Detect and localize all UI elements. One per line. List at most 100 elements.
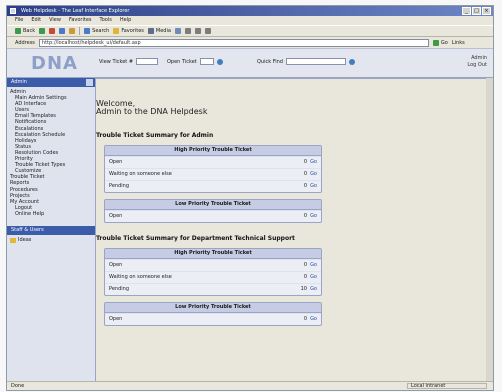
ticket-count: 10 [300, 286, 307, 292]
ticket-count: 0 [303, 183, 307, 189]
ticket-go-link[interactable]: Go [307, 157, 317, 168]
ticket-box-title: Low Priority Trouble Ticket [105, 303, 321, 313]
mail-icon[interactable] [184, 28, 191, 34]
browser-icon [10, 8, 16, 14]
title-bar: Web Helpdesk - The Leaf Interface Explor… [7, 6, 493, 16]
logo: DNA [31, 53, 78, 74]
ticket-row: Open 0 Go [105, 313, 321, 325]
window-controls: _ □ × [462, 7, 491, 15]
ticket-box: Low Priority Trouble Ticket Open 0 Go [104, 199, 322, 223]
open-ticket-input[interactable] [199, 58, 214, 65]
address-input[interactable]: http://localhost/helpdesk_ui/default.asp [38, 38, 429, 47]
media-button[interactable]: Media [147, 28, 171, 34]
forward-arrow-icon[interactable] [39, 28, 46, 34]
menu-file[interactable]: File [15, 16, 23, 25]
sidebar-item[interactable]: Online Help [7, 211, 95, 217]
edit-icon[interactable] [204, 28, 211, 34]
sidebar-title: Admin [11, 79, 27, 85]
stop-icon[interactable] [49, 28, 56, 34]
main-content: Welcome, Admin to the DNA Helpdesk Troub… [96, 100, 456, 326]
favorites-button[interactable]: Favorites [113, 28, 144, 34]
ticket-box-title: High Priority Trouble Ticket [105, 146, 321, 156]
folder-icon [10, 237, 16, 243]
ticket-status-label: Open [109, 159, 123, 165]
address-bar: Address http://localhost/helpdesk_ui/def… [7, 37, 493, 48]
menu-edit[interactable]: Edit [31, 16, 41, 25]
ticket-status-label: Open [109, 262, 123, 268]
app-header: DNA View Ticket # Open Ticket Quick Find… [7, 48, 493, 79]
refresh-icon[interactable] [59, 28, 66, 34]
window-title: Web Helpdesk - The Leaf Interface Explor… [21, 8, 130, 14]
ticket-status-label: Pending [109, 183, 129, 189]
status-zone: Local intranet [407, 383, 487, 389]
ticket-status-label: Open [109, 213, 123, 219]
view-ticket-input[interactable] [136, 58, 159, 65]
ticket-box-title: Low Priority Trouble Ticket [105, 200, 321, 210]
ticket-count: 0 [303, 262, 307, 268]
toolbar: Back Search Favorites Media [7, 25, 493, 37]
quick-find-field: Quick Find [257, 58, 355, 65]
menu-bar: File Edit View Favorites Tools Help [7, 16, 493, 25]
maximize-icon[interactable]: □ [472, 7, 481, 15]
media-icon [147, 28, 154, 34]
ticket-status-label: Waiting on someone else [109, 274, 172, 280]
go-arrow-icon [432, 39, 439, 46]
ticket-row: Open 0 Go [105, 156, 321, 168]
quick-find-input[interactable] [285, 58, 346, 65]
menu-tools[interactable]: Tools [100, 16, 112, 25]
user-info: Admin Log Out [467, 55, 487, 69]
menu-help[interactable]: Help [120, 16, 131, 25]
history-icon[interactable] [174, 28, 181, 34]
ticket-box: High Priority Trouble Ticket Open 0 Go Wait… [104, 145, 322, 193]
open-ticket-go-icon[interactable] [216, 58, 223, 65]
links-button[interactable]: Links [452, 40, 465, 46]
ticket-count: 0 [303, 159, 307, 165]
sidebar-menu: Admin Main Admin Settings AD Interface User… [7, 89, 95, 217]
collapse-icon[interactable] [86, 79, 93, 86]
ticket-row: Waiting on someone else 0 Go [105, 168, 321, 180]
ticket-count: 0 [303, 274, 307, 280]
scrollbar[interactable] [486, 78, 493, 384]
ticket-go-link[interactable]: Go [307, 260, 317, 271]
ticket-go-link[interactable]: Go [307, 169, 317, 180]
search-button[interactable]: Search [84, 28, 109, 34]
ticket-count: 0 [303, 213, 307, 219]
ticket-row: Waiting on someone else 0 Go [105, 271, 321, 283]
menu-favorites[interactable]: Favorites [69, 16, 92, 25]
ticket-box: High Priority Trouble Ticket Open 0 Go Wait… [104, 248, 322, 296]
ticket-go-link[interactable]: Go [307, 272, 317, 283]
ticket-status-label: Open [109, 316, 123, 322]
back-arrow-icon [15, 28, 21, 34]
menu-view[interactable]: View [49, 16, 61, 25]
ticket-count: 0 [303, 171, 307, 177]
sidebar-section-header: Staff & Users [7, 225, 95, 235]
sidebar: Admin Admin Main Admin Settings AD Interfa… [7, 78, 96, 384]
ticket-box-title: High Priority Trouble Ticket [105, 249, 321, 259]
open-ticket-label: Open Ticket [167, 58, 197, 65]
close-icon[interactable]: × [482, 7, 491, 15]
view-ticket-field: View Ticket # [99, 58, 159, 65]
status-text: Done [11, 383, 25, 389]
ticket-go-link[interactable]: Go [307, 211, 317, 222]
ticket-go-link[interactable]: Go [307, 181, 317, 192]
home-icon[interactable] [69, 28, 76, 34]
section-title-department: Trouble Ticket Summary for Department Te… [96, 235, 295, 242]
back-button[interactable]: Back [15, 28, 35, 34]
quick-find-go-icon[interactable] [348, 58, 355, 65]
ticket-row: Open 0 Go [105, 210, 321, 222]
print-icon[interactable] [194, 28, 201, 34]
ticket-count: 0 [303, 316, 307, 322]
minimize-icon[interactable]: _ [462, 7, 471, 15]
logout-link[interactable]: Log Out [467, 62, 487, 69]
ticket-go-link[interactable]: Go [307, 284, 317, 295]
sidebar-header: Admin [7, 78, 95, 87]
ticket-row: Open 0 Go [105, 259, 321, 271]
ticket-go-link[interactable]: Go [307, 314, 317, 325]
sidebar-link-ideas[interactable]: Ideas [7, 237, 95, 244]
user-name: Admin [471, 55, 487, 61]
toolbar-divider [79, 27, 81, 35]
welcome-line-2: Admin to the DNA Helpdesk [96, 107, 208, 116]
ticket-status-label: Pending [109, 286, 129, 292]
address-label: Address [15, 39, 35, 46]
go-button[interactable]: Go [432, 39, 448, 46]
